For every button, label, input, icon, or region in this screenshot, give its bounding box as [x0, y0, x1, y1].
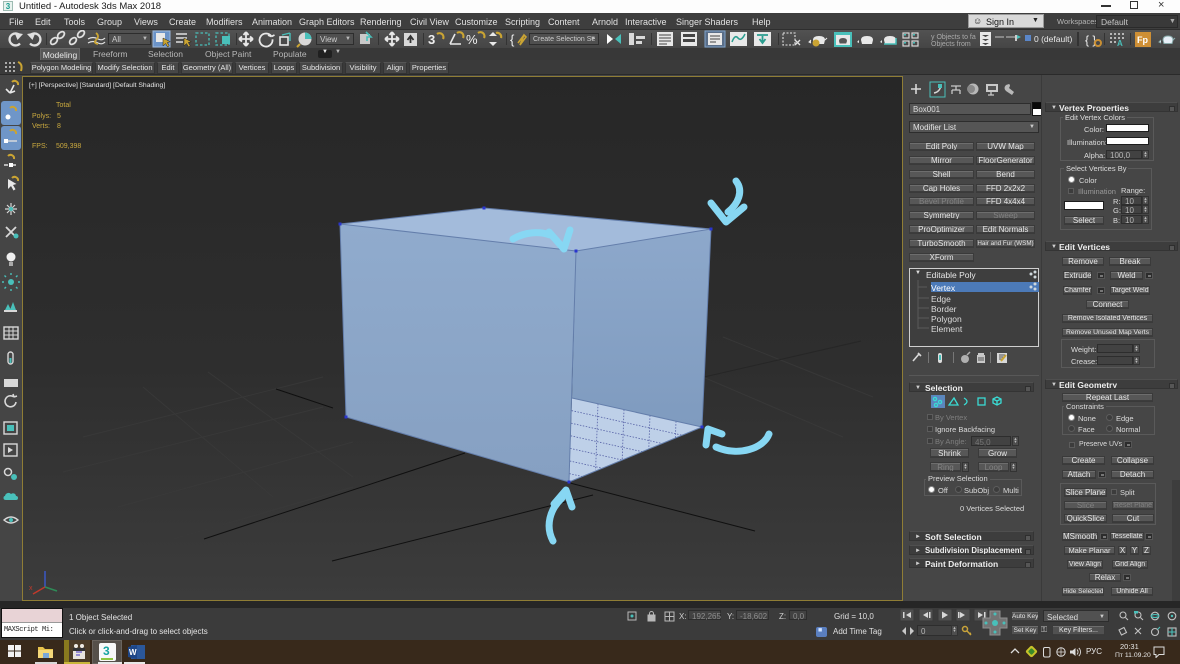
svg-text:Total: Total — [56, 102, 71, 109]
svg-text:FPS:: FPS: — [32, 143, 48, 150]
svg-text:8: 8 — [57, 123, 61, 130]
svg-text:Polys:: Polys: — [32, 113, 51, 120]
svg-text:Verts:: Verts: — [32, 123, 50, 130]
svg-text:{: { — [510, 32, 515, 47]
svg-text:x: x — [29, 585, 33, 592]
svg-text:509,398: 509,398 — [56, 143, 81, 150]
svg-text:[+] [Perspective] [Standard] [: [+] [Perspective] [Standard] [Default Sh… — [29, 82, 165, 89]
svg-text:Objects from: Objects from — [931, 41, 971, 48]
svg-text:3: 3 — [428, 32, 435, 47]
svg-text:y Objects to fа: y Objects to fа — [931, 34, 976, 41]
svg-text:A: A — [1117, 39, 1123, 48]
svg-text:W: W — [129, 648, 137, 657]
svg-text:0 (default): 0 (default) — [1034, 34, 1072, 44]
svg-text:Fp: Fp — [1137, 35, 1148, 45]
svg-text:%: % — [466, 32, 478, 47]
svg-text:5: 5 — [57, 113, 61, 120]
